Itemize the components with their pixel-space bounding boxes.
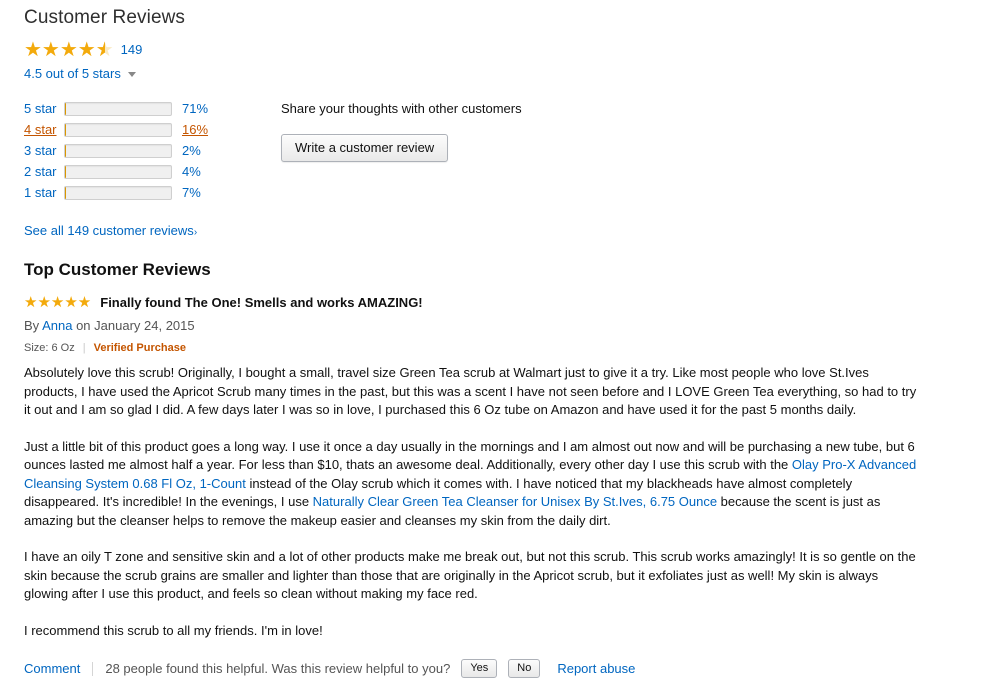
rating-summary: ★★★★★ ★★★★★ 149 <box>24 39 993 60</box>
rating-bar-fill <box>65 144 66 157</box>
rating-bar-row[interactable]: 3 star 2% <box>24 140 254 161</box>
page-title: Customer Reviews <box>24 7 186 28</box>
rating-bar-label[interactable]: 2 star <box>24 164 64 179</box>
review-title[interactable]: Finally found The One! Smells and works … <box>100 295 422 310</box>
product-link-naturally-clear-cleanser[interactable]: Naturally Clear Green Tea Cleanser for U… <box>313 494 717 509</box>
rating-bar-percent[interactable]: 4% <box>182 164 201 179</box>
rating-bar-track[interactable] <box>64 122 172 137</box>
verified-purchase-badge: Verified Purchase <box>93 342 186 354</box>
average-rating-stars[interactable]: ★★★★★ ★★★★★ <box>24 40 114 60</box>
review-size: Size: 6 Oz <box>24 342 75 354</box>
rating-bar-percent[interactable]: 16% <box>182 122 208 137</box>
stars-foreground: ★★★★★ <box>24 295 92 310</box>
comment-link[interactable]: Comment <box>24 661 80 676</box>
share-thoughts-panel: Share your thoughts with other customers… <box>281 98 522 203</box>
rating-bar-label[interactable]: 3 star <box>24 143 64 158</box>
report-abuse-link[interactable]: Report abuse <box>557 661 635 676</box>
review-paragraph-3: I have an oily T zone and sensitive skin… <box>24 549 916 601</box>
rating-bar-percent[interactable]: 71% <box>182 101 208 116</box>
rating-histogram: 5 star 71% 4 star 16% 3 star 2% 2 star 4% 1 star… <box>24 98 254 203</box>
rating-bar-label[interactable]: 1 star <box>24 185 64 200</box>
review-item: ★★★★★ ★★★★★ Finally found The One! Smell… <box>24 295 924 678</box>
top-customer-reviews-heading: Top Customer Reviews <box>24 260 211 279</box>
rating-bar-label[interactable]: 5 star <box>24 101 64 116</box>
helpful-yes-button[interactable]: Yes <box>461 659 498 678</box>
meta-divider: | <box>82 342 86 354</box>
rating-bar-row[interactable]: 2 star 4% <box>24 161 254 182</box>
review-author-link[interactable]: Anna <box>42 318 72 333</box>
rating-bar-percent[interactable]: 2% <box>182 143 201 158</box>
review-body: Absolutely love this scrub! Originally, … <box>24 364 924 640</box>
see-all-customer-reviews-link[interactable]: See all 149 customer reviews› <box>24 223 197 238</box>
review-footer: Comment 28 people found this helpful. Wa… <box>24 659 924 678</box>
rating-bar-fill <box>65 102 66 115</box>
review-paragraph-2: Just a little bit of this product goes a… <box>24 438 917 528</box>
review-paragraph-4: I recommend this scrub to all my friends… <box>24 622 323 638</box>
footer-divider <box>92 661 94 676</box>
rating-text-link[interactable]: 4.5 out of 5 stars <box>24 66 121 81</box>
rating-bar-row[interactable]: 5 star 71% <box>24 98 254 119</box>
write-a-customer-review-button[interactable]: Write a customer review <box>281 134 449 162</box>
stars-foreground: ★★★★★ <box>24 39 105 60</box>
review-byline: By Anna on January 24, 2015 <box>24 318 195 333</box>
customer-reviews-page: Customer Reviews ★★★★★ ★★★★★ 149 4.5 out… <box>0 0 993 690</box>
helpful-no-button[interactable]: No <box>508 659 541 678</box>
see-all-reviews-row: See all 149 customer reviews› <box>24 223 993 238</box>
chevron-down-icon[interactable] <box>127 72 136 77</box>
rating-bar-track[interactable] <box>64 185 172 200</box>
review-rating-stars[interactable]: ★★★★★ ★★★★★ <box>24 295 91 310</box>
rating-bar-label[interactable]: 4 star <box>24 122 64 137</box>
rating-bar-percent[interactable]: 7% <box>182 185 201 200</box>
rating-bar-track[interactable] <box>64 143 172 158</box>
rating-bar-track[interactable] <box>64 164 172 179</box>
review-paragraph-1: Absolutely love this scrub! Originally, … <box>24 365 917 417</box>
rating-bar-fill <box>65 186 66 199</box>
share-prompt: Share your thoughts with other customers <box>281 101 522 116</box>
review-count-link[interactable]: 149 <box>121 42 143 57</box>
rating-bar-fill <box>65 123 66 136</box>
arrow-right-icon: › <box>193 227 198 238</box>
rating-text-row: 4.5 out of 5 stars <box>24 66 993 81</box>
review-header: ★★★★★ ★★★★★ Finally found The One! Smell… <box>24 295 924 310</box>
rating-bar-row[interactable]: 1 star 7% <box>24 182 254 203</box>
review-meta: Size: 6 Oz | Verified Purchase <box>24 342 924 354</box>
reviews-overview: 5 star 71% 4 star 16% 3 star 2% 2 star 4% 1 star… <box>24 98 993 203</box>
rating-bar-fill <box>65 165 66 178</box>
helpful-count-text: 28 people found this helpful. Was this r… <box>105 661 451 676</box>
rating-bar-row[interactable]: 4 star 16% <box>24 119 254 140</box>
rating-bar-track[interactable] <box>64 101 172 116</box>
